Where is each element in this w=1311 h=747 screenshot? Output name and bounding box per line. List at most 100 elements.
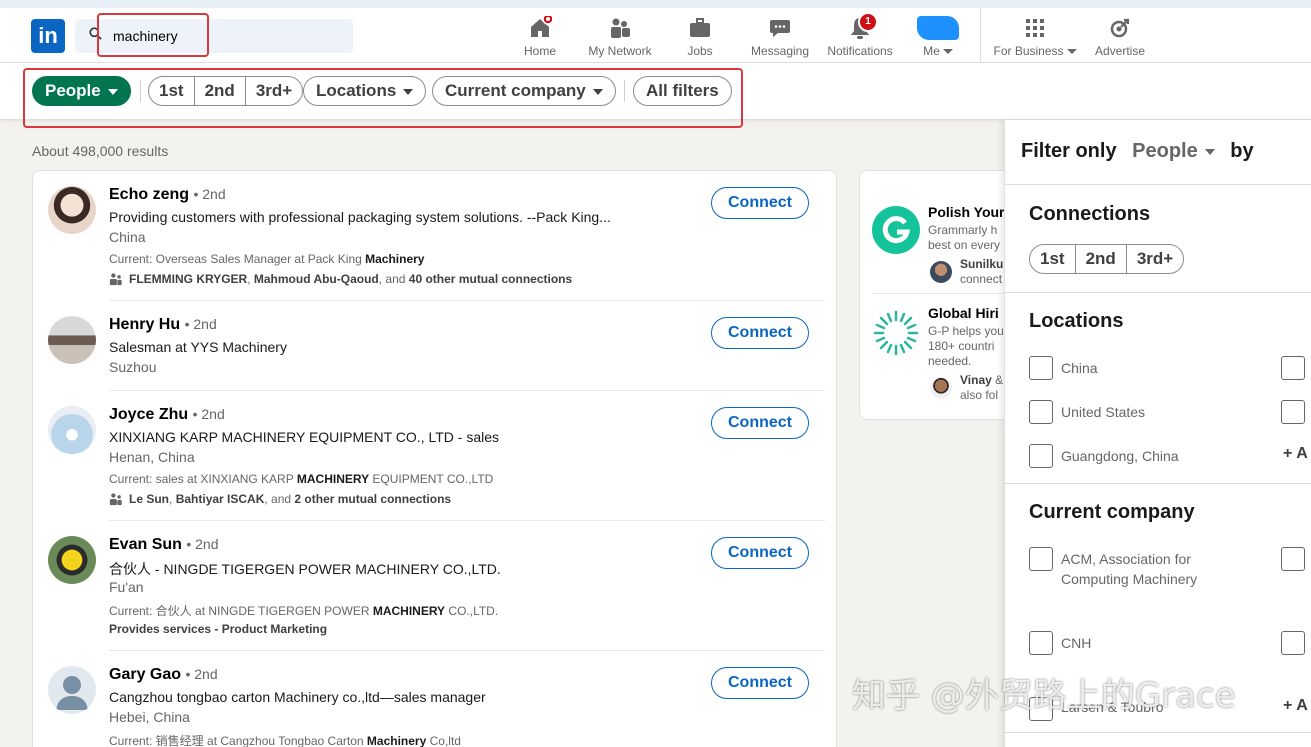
- list-item: Gary Gao • 2nd Cangzhou tongbao carton M…: [33, 651, 836, 747]
- mutual-count: 2 other mutual connections: [294, 492, 452, 506]
- ad-person: Vinay &: [960, 373, 1003, 387]
- avatar[interactable]: [48, 186, 96, 234]
- nav-home[interactable]: Home: [518, 16, 562, 64]
- filter-all-filters[interactable]: All filters: [633, 76, 732, 106]
- checkbox-label: CNH: [1061, 635, 1092, 651]
- filter-locations-label: Locations: [316, 81, 397, 100]
- connect-button[interactable]: Connect: [711, 537, 809, 569]
- nav-notifications[interactable]: 1 Notifications: [822, 12, 898, 64]
- connect-button[interactable]: Connect: [711, 667, 809, 699]
- filter-all-filters-label: All filters: [646, 81, 719, 100]
- connections-title: Connections: [1029, 203, 1151, 225]
- connection-degree: • 2nd: [186, 536, 219, 552]
- avatar[interactable]: [48, 316, 96, 364]
- add-location-button[interactable]: + A: [1283, 445, 1308, 463]
- result-name-text: Echo zeng: [109, 186, 190, 203]
- linkedin-logo[interactable]: in: [31, 19, 65, 53]
- panel-people-dropdown[interactable]: People: [1132, 140, 1215, 162]
- panel-dropdown-label: People: [1132, 140, 1198, 162]
- result-current: Current: sales at XINXIANG KARP MACHINER…: [109, 472, 493, 486]
- mutual-count: 40 other mutual connections: [408, 272, 573, 286]
- checkbox[interactable]: [1281, 356, 1305, 380]
- result-headline: XINXIANG KARP MACHINERY EQUIPMENT CO., L…: [109, 429, 500, 445]
- nav-for-business-label: For Business: [993, 44, 1064, 58]
- add-company-button[interactable]: + A: [1283, 697, 1308, 715]
- panel-degree-2nd[interactable]: 2nd: [1076, 245, 1127, 273]
- checkbox-label: ACM, Association for: [1061, 551, 1191, 567]
- result-name[interactable]: Evan Sun • 2nd: [109, 536, 219, 554]
- result-current: Current: 销售经理 at Cangzhou Tongbao Carton…: [109, 732, 461, 747]
- filter-degree-1st[interactable]: 1st: [149, 77, 195, 105]
- ad-text: best on every: [928, 238, 1001, 252]
- result-name[interactable]: Gary Gao • 2nd: [109, 666, 218, 684]
- filter-degree-group: 1st 2nd 3rd+: [148, 76, 304, 106]
- nav-for-business[interactable]: For Business: [992, 16, 1078, 64]
- ad-person-sub: also fol: [960, 388, 999, 402]
- grammarly-logo: [872, 206, 920, 254]
- gp-logo: [873, 310, 919, 356]
- current-text: Current: sales at XINXIANG KARP: [109, 472, 297, 486]
- avatar[interactable]: [48, 666, 96, 714]
- checkbox[interactable]: [1029, 547, 1053, 571]
- mutual-connections[interactable]: FLEMMING KRYGER, Mahmoud Abu-Qaoud, and …: [109, 272, 572, 286]
- search-box[interactable]: [75, 19, 353, 53]
- checkbox[interactable]: [1029, 400, 1053, 424]
- avatar[interactable]: [48, 536, 96, 584]
- filter-current-company[interactable]: Current company: [432, 76, 616, 106]
- avatar[interactable]: [48, 406, 96, 454]
- filter-locations[interactable]: Locations: [303, 76, 427, 106]
- ad-text: Grammarly h: [928, 223, 998, 237]
- mutual-mid: , and: [264, 492, 295, 506]
- chevron-down-icon: [1204, 148, 1215, 155]
- result-name[interactable]: Joyce Zhu • 2nd: [109, 406, 225, 424]
- nav-jobs[interactable]: Jobs: [684, 16, 716, 64]
- result-location: Fu'an: [109, 579, 144, 595]
- ad-person-name: Vinay: [960, 373, 992, 387]
- filter-people-label: People: [45, 81, 101, 100]
- ad-person-rest: &: [991, 373, 1004, 387]
- nav-home-label: Home: [523, 44, 556, 58]
- checkbox[interactable]: [1281, 631, 1305, 655]
- briefcase-icon: [690, 18, 710, 37]
- current-suffix: EQUIPMENT CO.,LTD: [369, 472, 494, 486]
- nav-my-network[interactable]: My Network: [584, 16, 656, 64]
- mutual-connections[interactable]: Le Sun, Bahtiyar ISCAK, and 2 other mutu…: [109, 492, 451, 506]
- panel-degree-1st[interactable]: 1st: [1030, 245, 1076, 273]
- nav-advertise[interactable]: Advertise: [1092, 16, 1148, 64]
- checkbox[interactable]: [1029, 356, 1053, 380]
- result-name[interactable]: Henry Hu • 2nd: [109, 316, 217, 334]
- network-icon: [611, 18, 630, 38]
- divider: [1005, 732, 1311, 733]
- result-name[interactable]: Echo zeng • 2nd: [109, 186, 226, 204]
- chevron-down-icon: [592, 88, 603, 95]
- result-headline: 合伙人 - NINGDE TIGERGEN POWER MACHINERY CO…: [109, 561, 501, 577]
- nav-me[interactable]: Me: [916, 16, 960, 64]
- chevron-down-icon: [1066, 49, 1077, 55]
- current-text: Current: Overseas Sales Manager at Pack …: [109, 252, 366, 266]
- people-icon: [109, 493, 122, 506]
- connect-button[interactable]: Connect: [711, 187, 809, 219]
- avatar: [930, 377, 952, 399]
- checkbox[interactable]: [1281, 547, 1305, 571]
- panel-degree-3rd[interactable]: 3rd+: [1127, 245, 1183, 273]
- search-icon: [89, 27, 102, 40]
- current-text: Current: 合伙人 at NINGDE TIGERGEN POWER: [109, 604, 373, 618]
- people-icon: [109, 273, 122, 286]
- search-input[interactable]: [113, 19, 343, 53]
- nav-messaging[interactable]: Messaging: [748, 16, 812, 64]
- current-suffix: Co,ltd: [426, 734, 461, 747]
- ad-title: Polish Your: [928, 204, 1005, 220]
- connect-button[interactable]: Connect: [711, 407, 809, 439]
- filter-degree-2nd[interactable]: 2nd: [195, 77, 246, 105]
- chevron-down-icon: [107, 88, 118, 95]
- filter-degree-3rd[interactable]: 3rd+: [246, 77, 302, 105]
- checkbox[interactable]: [1029, 444, 1053, 468]
- checkbox[interactable]: [1281, 400, 1305, 424]
- connection-degree: • 2nd: [185, 666, 218, 682]
- checkbox[interactable]: [1029, 631, 1053, 655]
- all-filters-panel: Filter only People by Connections 1st 2n…: [1004, 120, 1311, 747]
- checkbox-label: Computing Machinery: [1061, 571, 1198, 587]
- filter-people[interactable]: People: [32, 76, 131, 106]
- result-headline: Salesman at YYS Machinery: [109, 339, 287, 355]
- connect-button[interactable]: Connect: [711, 317, 809, 349]
